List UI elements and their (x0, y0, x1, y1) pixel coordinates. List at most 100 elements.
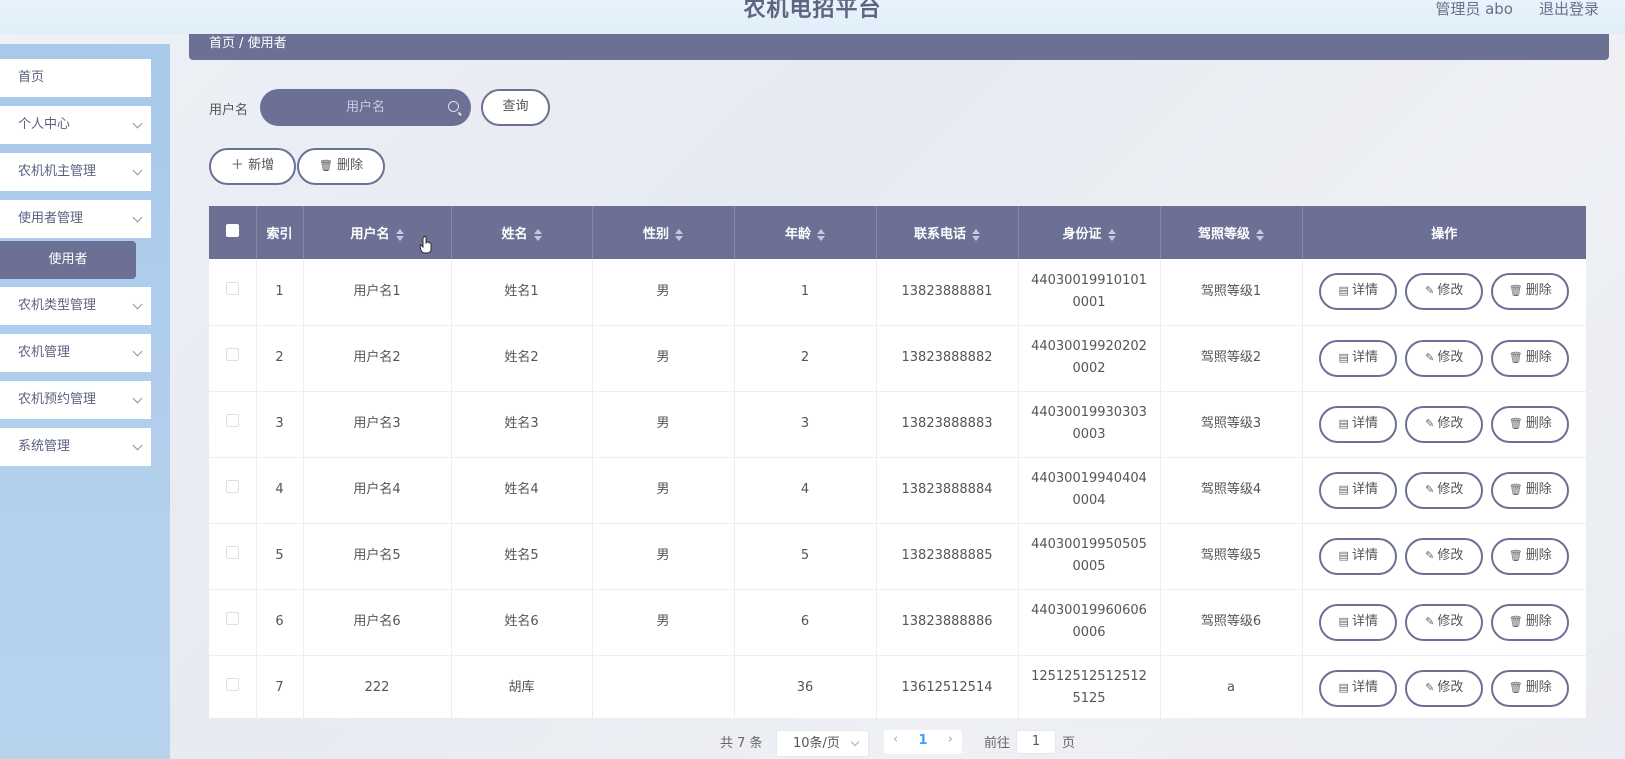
cell-index-text: 6 (275, 614, 284, 629)
detail-button[interactable]: ▤ 详情 (1319, 537, 1398, 575)
pencil-icon: ✎ (1425, 350, 1435, 364)
edit-button[interactable]: ✎ 修改 (1405, 405, 1484, 443)
row-checkbox[interactable] (209, 523, 257, 589)
cell-gender (592, 655, 735, 721)
delete-button[interactable]: 🗑 删除 (1491, 339, 1570, 377)
checkbox-icon (225, 678, 239, 691)
delete-button[interactable]: 🗑 删除 (1491, 603, 1570, 641)
detail-button[interactable]: ▤ 详情 (1319, 603, 1398, 641)
cell-gender-text: 男 (656, 548, 670, 563)
checkbox-icon (225, 480, 239, 493)
sidebar-item-system-management[interactable]: 系统管理 (0, 428, 151, 466)
column-header-license[interactable]: 驾照等级 (1160, 206, 1303, 259)
cell-age-text: 1 (800, 283, 810, 299)
edit-button[interactable]: ✎ 修改 (1405, 273, 1484, 311)
id-card-text: 440300199202020002 (1031, 339, 1147, 376)
sort-icon[interactable] (533, 228, 542, 241)
cell-phone-text: 13823888882 (901, 350, 993, 365)
sort-icon[interactable] (395, 228, 404, 241)
cell-license: 驾照等级6 (1160, 589, 1303, 655)
detail-label: 详情 (1351, 415, 1378, 431)
detail-label: 详情 (1351, 679, 1378, 695)
cell-id-card: 440300199202020002 (1018, 325, 1161, 391)
delete-button[interactable]: 🗑 删除 (1491, 669, 1570, 707)
sidebar-item-personal-center[interactable]: 个人中心 (0, 106, 151, 144)
next-page-button[interactable]: › (948, 732, 953, 747)
row-checkbox[interactable] (209, 259, 257, 325)
cell-id-card: 440300199404040004 (1018, 457, 1161, 523)
select-all-checkbox[interactable] (209, 206, 257, 259)
cell-gender-text: 男 (656, 482, 670, 497)
sort-icon[interactable] (675, 228, 683, 241)
delete-label: 删除 (1525, 481, 1552, 497)
breadcrumb: 首页 / 使用者 (209, 36, 287, 51)
row-checkbox[interactable] (209, 391, 257, 457)
sidebar-item-machine-type-management[interactable]: 农机类型管理 (0, 287, 151, 325)
cell-index-text: 3 (275, 416, 284, 431)
delete-button[interactable]: 🗑 删除 (1491, 405, 1570, 443)
cell-name-text: 姓名3 (504, 416, 539, 431)
page-size-select[interactable]: 10条/页 (776, 730, 869, 757)
logout-button[interactable]: 退出登录 (1539, 0, 1599, 19)
row-checkbox[interactable] (209, 589, 257, 655)
sidebar-item-booking-management[interactable]: 农机预约管理 (0, 381, 151, 419)
cell-actions: ▤ 详情 ✎ 修改 🗑 删除 (1302, 391, 1586, 457)
cell-username: 用户名4 (303, 457, 452, 523)
cell-name: 姓名4 (451, 457, 593, 523)
delete-button[interactable]: 🗑 删除 (1491, 471, 1570, 509)
cell-name: 姓名1 (451, 259, 593, 325)
cell-phone: 13823888882 (876, 325, 1019, 391)
add-button[interactable]: ＋ 新增 (209, 148, 296, 185)
sidebar-item-label: 使用者管理 (18, 211, 84, 226)
column-header-id-card[interactable]: 身份证 (1018, 206, 1161, 259)
cell-gender-text: 男 (656, 350, 670, 365)
detail-button[interactable]: ▤ 详情 (1319, 405, 1398, 443)
cell-license-text: 驾照等级6 (1200, 614, 1262, 629)
row-checkbox[interactable] (209, 655, 257, 721)
search-input[interactable]: 用户名 (260, 89, 471, 126)
add-button-label: 新增 (248, 158, 275, 173)
sidebar-item-user-management[interactable]: 使用者管理 (0, 200, 151, 238)
edit-button[interactable]: ✎ 修改 (1405, 339, 1484, 377)
cell-license: 驾照等级5 (1160, 523, 1303, 589)
delete-button[interactable]: 🗑 删除 (1491, 537, 1570, 575)
column-header-gender[interactable]: 性别 (592, 206, 735, 259)
sidebar-subitem-users[interactable]: 使用者 (0, 241, 136, 279)
edit-button[interactable]: ✎ 修改 (1405, 669, 1484, 707)
column-header-phone[interactable]: 联系电话 (876, 206, 1019, 259)
edit-button[interactable]: ✎ 修改 (1405, 603, 1484, 641)
cell-gender: 男 (592, 259, 735, 325)
edit-button[interactable]: ✎ 修改 (1405, 471, 1484, 509)
trash-icon: 🗑 (1508, 614, 1523, 628)
sort-icon[interactable] (1107, 228, 1116, 241)
sidebar-item-machine-management[interactable]: 农机管理 (0, 334, 151, 372)
detail-button[interactable]: ▤ 详情 (1319, 471, 1398, 509)
column-header-age[interactable]: 年龄 (734, 206, 877, 259)
sort-icon[interactable] (1256, 228, 1264, 241)
row-checkbox[interactable] (209, 325, 257, 391)
detail-button[interactable]: ▤ 详情 (1319, 339, 1398, 377)
sidebar-item-owner-management[interactable]: 农机机主管理 (0, 153, 151, 191)
detail-button[interactable]: ▤ 详情 (1319, 273, 1398, 311)
detail-button[interactable]: ▤ 详情 (1319, 669, 1398, 707)
batch-delete-button[interactable]: 🗑 删除 (297, 148, 385, 185)
sidebar-item-home[interactable]: 首页 (0, 59, 151, 97)
edit-button[interactable]: ✎ 修改 (1405, 537, 1484, 575)
query-button[interactable]: 查询 (481, 89, 550, 126)
sidebar-item-label: 农机管理 (18, 345, 71, 360)
checkbox-icon (225, 281, 239, 295)
cell-age-text: 36 (796, 680, 814, 695)
delete-button-label: 删除 (337, 158, 364, 173)
goto-page-input[interactable]: 1 (1016, 730, 1056, 754)
cell-phone: 13823888881 (876, 259, 1019, 325)
goto-suffix: 页 (1062, 736, 1076, 751)
delete-button[interactable]: 🗑 删除 (1491, 273, 1570, 311)
sort-icon[interactable] (972, 228, 980, 241)
pencil-icon: ✎ (1425, 680, 1435, 694)
row-checkbox[interactable] (209, 457, 257, 523)
sort-icon[interactable] (817, 228, 825, 241)
checkbox-icon (225, 546, 239, 559)
document-icon: ▤ (1338, 482, 1349, 496)
column-label: 驾照等级 (1197, 227, 1250, 242)
column-header-name[interactable]: 姓名 (451, 206, 593, 259)
